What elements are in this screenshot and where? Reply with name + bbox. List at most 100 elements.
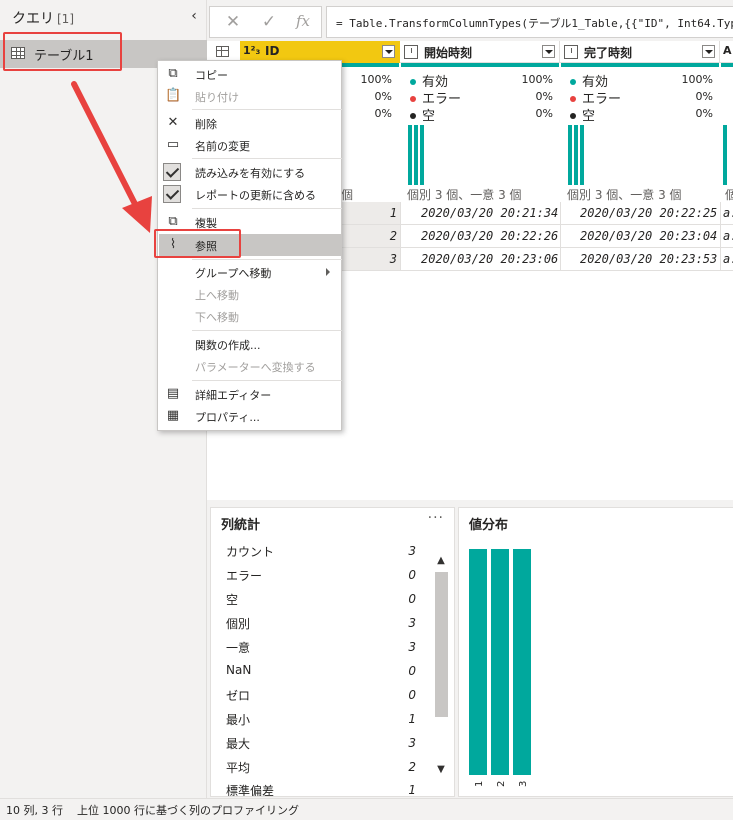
start-empty-label: 空 (410, 105, 435, 124)
column-header-label: 完了時刻 (584, 46, 633, 60)
column-divider (720, 202, 721, 271)
stat-value: 1 (408, 783, 416, 796)
stat-name: NaN (226, 663, 252, 677)
stat-name: ゼロ (226, 689, 251, 703)
checkbox-checked-icon[interactable] (163, 163, 181, 181)
column-divider (560, 202, 561, 271)
fx-icon[interactable]: fx (292, 12, 314, 34)
column-stats-title: 列統計 (221, 518, 261, 533)
stat-value: 3 (408, 640, 416, 654)
cell-start[interactable]: 2020/03/20 20:21:34 (421, 206, 558, 220)
distribution-bar-2[interactable] (491, 549, 509, 775)
cell-start[interactable]: 2020/03/20 20:22:26 (421, 229, 558, 243)
menu-item-label: グループへ移動 (195, 267, 272, 280)
highlight-box-reference (154, 229, 241, 258)
scroll-down-icon[interactable]: ▼ (433, 764, 449, 778)
menu-item-move-to-group[interactable]: グループへ移動 (159, 261, 342, 283)
menu-item-label: 読み込みを有効にする (195, 167, 306, 180)
menu-item-create-function[interactable]: 関数の作成... (159, 333, 342, 355)
cell-next[interactable]: a: (723, 206, 733, 220)
menu-item-properties[interactable]: ▦ プロパティ... (159, 405, 342, 427)
id-valid-pct: 100% (360, 73, 392, 86)
scroll-up-icon[interactable]: ▲ (433, 555, 449, 569)
stat-name: 一意 (226, 641, 251, 655)
value-distribution-title: 値分布 (469, 518, 509, 533)
stat-value: 3 (408, 544, 416, 558)
menu-item-advanced-editor[interactable]: ▤ 詳細エディター (159, 383, 342, 405)
menu-item-paste[interactable]: 📋 貼り付け (159, 85, 342, 107)
column-header-next[interactable]: A (720, 41, 733, 63)
menu-item-delete[interactable]: ✕ 削除 (159, 112, 342, 134)
start-empty-pct: 0% (535, 107, 553, 120)
menu-item-label: 名前の変更 (195, 140, 250, 153)
end-empty-pct: 0% (695, 107, 713, 120)
cell-end[interactable]: 2020/03/20 20:23:04 (580, 229, 717, 243)
menu-item-copy[interactable]: ⧉ コピー (159, 63, 342, 85)
highlight-box-query (3, 32, 122, 71)
menu-separator (192, 208, 342, 209)
menu-item-move-down[interactable]: 下へ移動 (159, 305, 342, 327)
scroll-thumb[interactable] (435, 572, 448, 717)
rename-icon: ▭ (166, 137, 180, 152)
cell-id[interactable]: 3 (357, 252, 397, 266)
queries-title-text: クエリ (12, 11, 54, 27)
menu-item-label: パラメーターへ変換する (195, 361, 316, 374)
distribution-bar-1[interactable] (469, 549, 487, 775)
formula-bar: ✕ ✓ fx = Table.TransformColumnTypes(テーブル… (209, 6, 733, 38)
datetime-type-icon (404, 45, 418, 59)
menu-separator (192, 109, 342, 110)
stat-name: 最小 (226, 713, 251, 727)
formula-buttons: ✕ ✓ fx (209, 6, 322, 38)
menu-separator (192, 330, 342, 331)
column-header-start-time[interactable]: 開始時刻 (400, 41, 560, 63)
id-empty-pct: 0% (374, 107, 392, 120)
more-options-icon[interactable]: ··· (428, 510, 444, 526)
column-filter-dropdown[interactable] (542, 45, 555, 58)
menu-item-label: レポートの更新に含める (195, 189, 316, 202)
column-filter-dropdown[interactable] (702, 45, 715, 58)
quality-bar-next (721, 63, 733, 67)
advanced-editor-icon: ▤ (166, 386, 180, 401)
stat-name: カウント (226, 545, 275, 559)
stat-value: 2 (408, 760, 416, 774)
duplicate-icon: ⧉ (168, 214, 178, 229)
next-dist-bar (723, 125, 727, 185)
cell-start[interactable]: 2020/03/20 20:23:06 (421, 252, 558, 266)
menu-item-label: 下へ移動 (195, 311, 239, 324)
cell-end[interactable]: 2020/03/20 20:22:25 (580, 206, 717, 220)
menu-item-rename[interactable]: ▭ 名前の変更 (159, 134, 342, 156)
cell-next[interactable]: a: (723, 252, 733, 266)
cell-id[interactable]: 1 (357, 206, 397, 220)
collapse-pane-icon[interactable]: ‹ (187, 8, 201, 26)
stat-value: 0 (408, 688, 416, 702)
start-valid-pct: 100% (521, 73, 553, 86)
distribution-label: 1 (474, 780, 485, 787)
column-filter-dropdown[interactable] (382, 45, 395, 58)
cell-next[interactable]: a: (723, 229, 733, 243)
checkbox-checked-icon[interactable] (163, 185, 181, 203)
formula-input[interactable]: = Table.TransformColumnTypes(テーブル1_Table… (326, 6, 733, 38)
menu-item-move-up[interactable]: 上へ移動 (159, 283, 342, 305)
cell-id[interactable]: 2 (357, 229, 397, 243)
datetime-type-icon (564, 45, 578, 59)
clipped-stat-row: 標準偏差 1 (211, 782, 433, 796)
distribution-bar-3[interactable] (513, 549, 531, 775)
menu-item-include-refresh[interactable]: レポートの更新に含める (159, 183, 342, 205)
stat-value: 0 (408, 664, 416, 678)
next-distinct-text: 個 (725, 188, 733, 202)
status-bar: 10 列, 3 行 上位 1000 行に基づく列のプロファイリング (0, 798, 733, 820)
column-header-end-time[interactable]: 完了時刻 (560, 41, 720, 63)
table-menu-icon[interactable] (216, 46, 229, 57)
menu-item-enable-load[interactable]: 読み込みを有効にする (159, 161, 342, 183)
error-dot-icon (570, 95, 576, 102)
queries-title: クエリ [1] (12, 8, 74, 28)
id-error-pct: 0% (374, 90, 392, 103)
cell-end[interactable]: 2020/03/20 20:23:53 (580, 252, 717, 266)
column-header-label: 開始時刻 (424, 46, 473, 60)
menu-item-convert-to-parameter[interactable]: パラメーターへ変換する (159, 355, 342, 377)
valid-dot-icon (410, 78, 416, 85)
valid-dot-icon (570, 78, 576, 85)
commit-icon[interactable]: ✓ (258, 12, 280, 34)
cancel-icon[interactable]: ✕ (222, 12, 244, 34)
stats-scrollbar[interactable]: ▲ ▼ (433, 548, 449, 778)
